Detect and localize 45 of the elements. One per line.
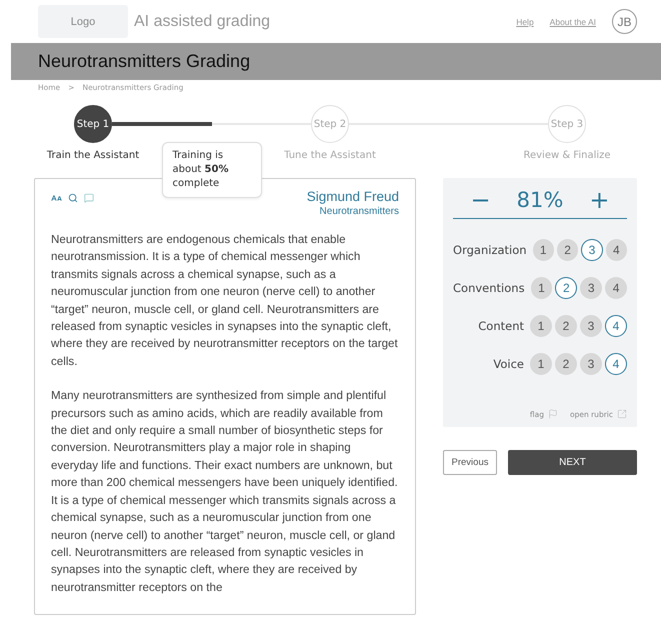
previous-button[interactable]: Previous xyxy=(443,450,497,475)
step-circle[interactable]: Step 1 xyxy=(74,105,112,143)
score-option[interactable]: 4 xyxy=(605,315,627,337)
score-value: 81% xyxy=(516,188,564,212)
essay-paragraph: Many neurotransmitters are synthesized from simple and plentiful precursors such as amino acids, which are readily available from the diet and only require a small number of biosynthetic steps for conversion. Neurotransmitters play a major role in shaping everyday life and functions. Their exact numbers are unknown, but more than 200 chemical messengers have been uniquely identified. It is a type of chemical messenger which transmits signals across a chemical synapse, such as a neuromuscular junction from one neuron (nerve cell) to another “target” neuron, muscle cell, or gland cell. Neurotransmitters are released from synaptic vesicles in synapses into the synaptic cleft, where they are received by neurotransmitter receptors on the xyxy=(51,388,399,596)
step-label: Review & Finalize xyxy=(523,150,611,161)
decrease-button[interactable]: − xyxy=(466,186,495,214)
score-option[interactable]: 1 xyxy=(530,277,552,299)
search-icon[interactable] xyxy=(68,193,78,203)
criterion-label: Conventions xyxy=(453,281,525,295)
page-title: Neurotransmitters Grading xyxy=(38,51,250,72)
step-label: Tune the Assistant xyxy=(284,150,376,161)
score-option[interactable]: 4 xyxy=(606,239,627,261)
score-option[interactable]: 3 xyxy=(580,277,602,299)
comment-icon[interactable] xyxy=(84,193,94,203)
header-link[interactable]: About the AI xyxy=(550,16,596,26)
score-option[interactable]: 2 xyxy=(555,315,577,337)
header-link[interactable]: Help xyxy=(516,16,534,26)
external-link-icon[interactable] xyxy=(617,409,627,419)
essay-topic: Neurotransmitters xyxy=(320,206,399,217)
score-option[interactable]: 4 xyxy=(605,353,627,375)
score-option[interactable]: 3 xyxy=(580,315,602,337)
score-option[interactable]: 3 xyxy=(580,353,602,375)
next-button[interactable]: NEXT xyxy=(508,450,637,475)
text-size-icon[interactable] xyxy=(51,193,62,204)
logo: Logo xyxy=(38,5,128,38)
progress-tooltip: Training is about 50% complete xyxy=(162,142,262,198)
score-option[interactable]: 1 xyxy=(530,315,552,337)
user-avatar[interactable]: JB xyxy=(612,9,637,34)
essay-paragraph: Neurotransmitters are endogenous chemicals that enable neurotransmission. It is a type of chemical messenger which transmits signals across a chemical synapse, such as a neuromuscular junction from one neuron (nerve cell) to another “target” neuron, muscle cell, or gland cell. Neurotransmitters are released from synaptic vesicles in synapses into the synaptic cleft, where they are received by neurotransmitter receptors on the target cells. xyxy=(51,232,399,370)
score-option[interactable]: 2 xyxy=(555,277,578,299)
criterion-label: Voice xyxy=(493,357,524,371)
step-label: Train the Assistant xyxy=(46,150,140,161)
score-option[interactable]: 4 xyxy=(605,277,627,299)
author-name: Sigmund Freud xyxy=(306,189,399,204)
criterion-label: Organization xyxy=(453,243,527,257)
score-option[interactable]: 2 xyxy=(555,353,577,375)
score-option[interactable]: 1 xyxy=(530,353,552,375)
score-option[interactable]: 1 xyxy=(532,239,554,261)
flag-icon[interactable] xyxy=(548,409,558,419)
score-option[interactable]: 3 xyxy=(581,239,603,261)
score-option[interactable]: 2 xyxy=(556,239,578,261)
app-title: AI assisted grading xyxy=(134,12,270,30)
increase-button[interactable]: + xyxy=(585,186,614,214)
criterion-label: Content xyxy=(478,319,524,333)
